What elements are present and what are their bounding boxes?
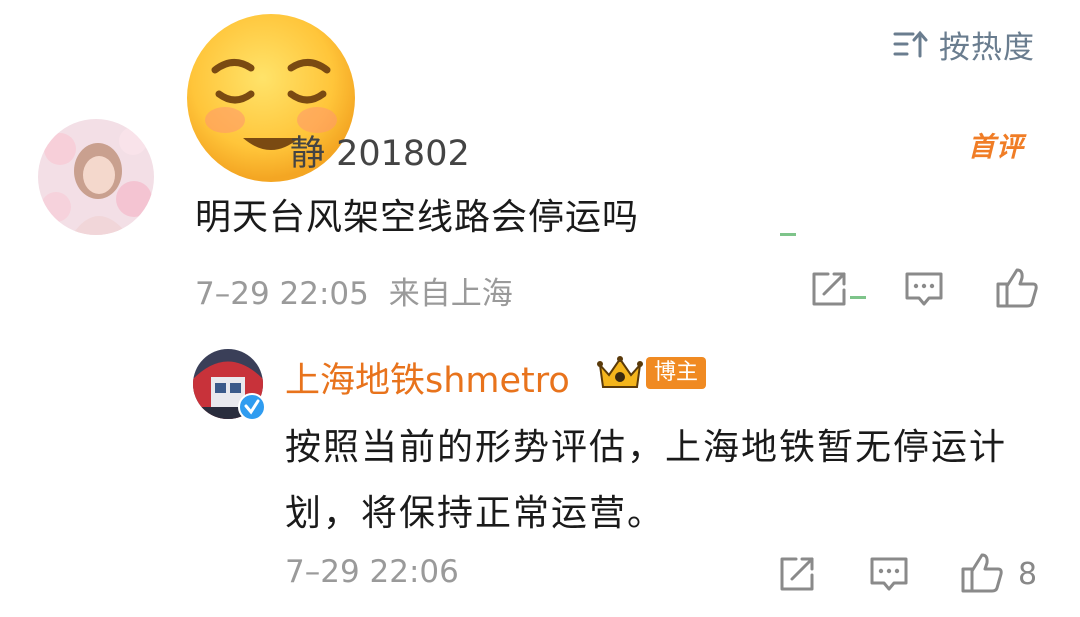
comment-username[interactable]: 静 201802 [290,125,470,176]
first-comment-badge: 首评 [968,132,1024,163]
sort-label: 按热度 [939,29,1035,66]
like-icon[interactable] [995,266,1039,310]
decorative-dash [780,233,796,236]
like-icon[interactable] [960,551,1004,595]
reply-text: 按照当前的形势评估，上海地铁暂无停运计划，将保持正常运营。 [285,427,1008,534]
share-icon[interactable] [776,553,818,595]
comment-time: 7–29 22:05 [195,276,369,312]
verified-badge-icon [238,393,266,421]
avatar[interactable] [38,119,154,235]
comment-location: 来自上海 [388,276,513,312]
share-icon[interactable] [808,268,850,310]
author-badge: 博主 [646,357,707,389]
decorative-dash [850,296,866,299]
comment-text: 明天台风架空线路会停运吗 [195,197,640,238]
comment-icon[interactable] [903,268,945,310]
sort-by-heat-button[interactable]: 按热度 [893,22,1035,66]
reply-username[interactable]: 上海地铁shmetro [285,352,570,403]
comment-meta: 7–29 22:05 来自上海 [195,268,513,313]
crown-icon [597,356,643,388]
comment-icon[interactable] [868,553,910,595]
sort-icon [893,30,928,58]
reply-time: 7–29 22:06 [285,554,459,590]
like-count: 8 [1018,557,1038,592]
